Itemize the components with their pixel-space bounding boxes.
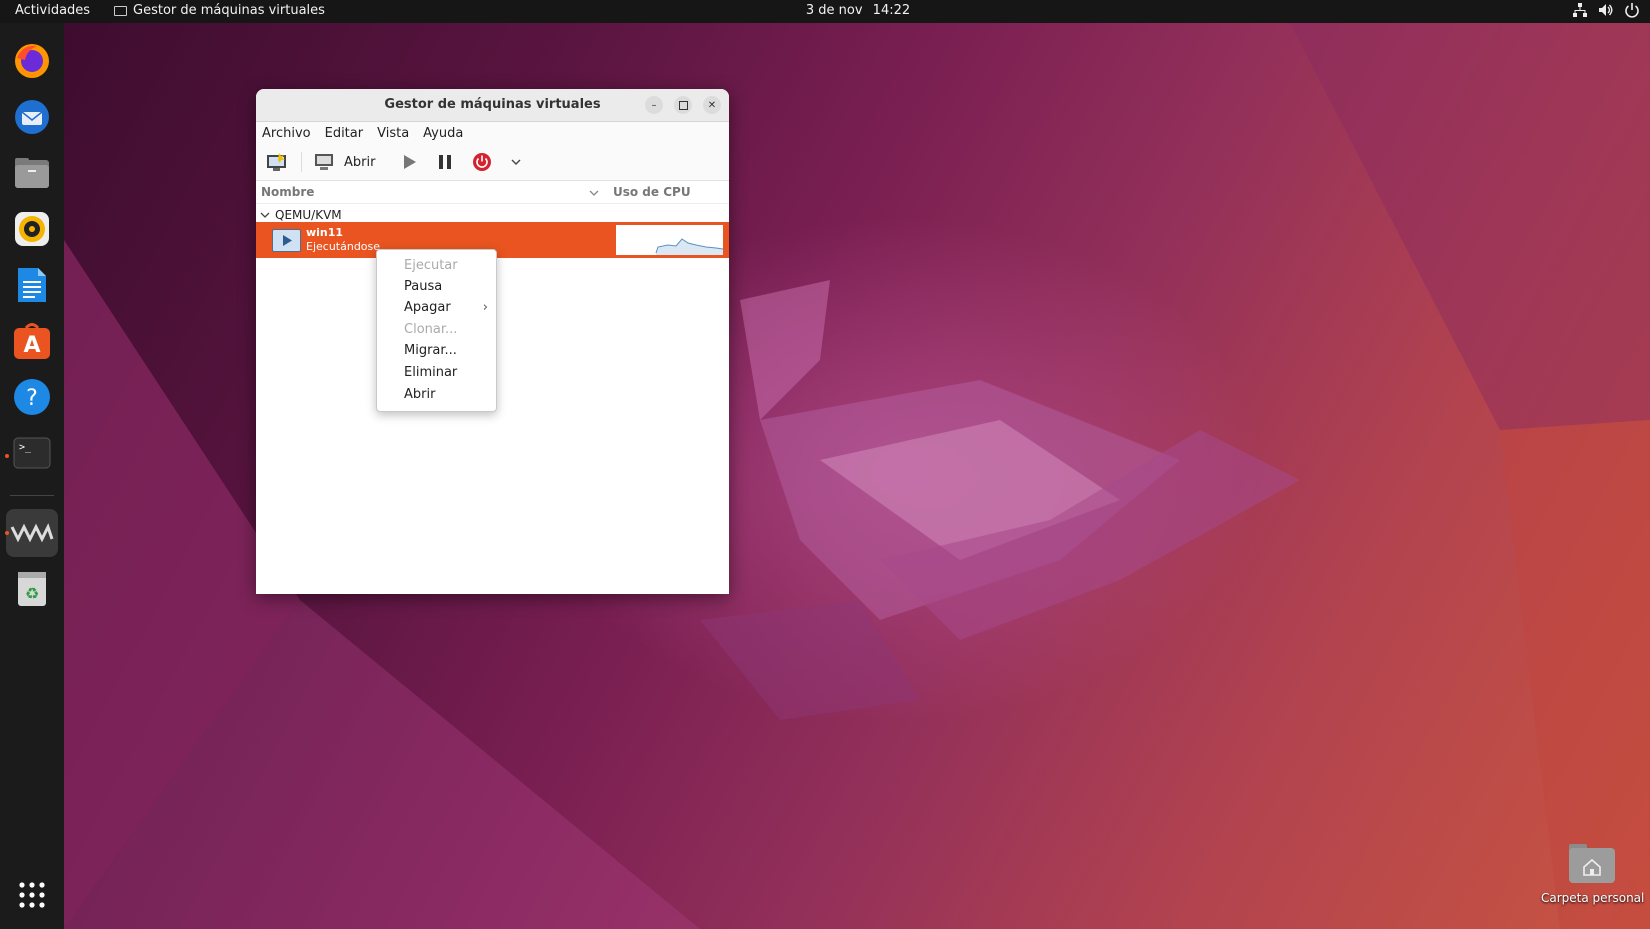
dock: A ? >_ ♻ xyxy=(0,23,64,929)
column-header: Nombre Uso de CPU xyxy=(256,181,729,204)
trash-icon[interactable]: ♻ xyxy=(12,569,52,609)
minimize-icon: – xyxy=(651,99,657,111)
vm-name: win11 xyxy=(306,226,344,239)
new-vm-button[interactable] xyxy=(266,149,288,175)
column-cpu[interactable]: Uso de CPU xyxy=(613,185,691,199)
menu-item-clonar[interactable]: Clonar... xyxy=(377,319,496,340)
volume-icon xyxy=(1599,4,1613,16)
power-icon xyxy=(1625,3,1639,18)
menu-item-migrar[interactable]: Migrar... xyxy=(377,340,496,361)
wallpaper-shapes xyxy=(64,23,1650,929)
column-name[interactable]: Nombre xyxy=(261,185,314,199)
menu-editar[interactable]: Editar xyxy=(325,126,364,141)
chevron-down-icon xyxy=(260,212,270,218)
sort-chevron-icon[interactable] xyxy=(589,189,599,197)
pause-icon xyxy=(439,155,451,169)
vm-status: Ejecutándose xyxy=(306,240,381,253)
svg-text:>_: >_ xyxy=(19,442,32,453)
menu-item-ejecutar[interactable]: Ejecutar xyxy=(377,255,496,276)
pause-button[interactable] xyxy=(437,149,453,175)
terminal-icon[interactable]: >_ xyxy=(12,433,52,473)
menu-item-label: Clonar... xyxy=(404,322,458,337)
writer-icon[interactable] xyxy=(12,265,52,305)
new-vm-icon xyxy=(267,153,286,171)
home-folder-label: Carpeta personal xyxy=(1541,891,1645,905)
menu-item-label: Eliminar xyxy=(404,365,458,380)
dock-separator xyxy=(10,495,54,496)
menu-item-label: Migrar... xyxy=(404,343,457,358)
clock-time: 14:22 xyxy=(872,3,911,18)
maximize-button[interactable] xyxy=(674,96,692,114)
maximize-icon xyxy=(678,100,688,110)
window-titlebar[interactable]: Gestor de máquinas virtuales – ✕ xyxy=(256,89,729,122)
chevron-down-icon xyxy=(511,159,521,165)
help-icon[interactable]: ? xyxy=(12,377,52,417)
thunderbird-icon[interactable] xyxy=(12,97,52,137)
menu-bar: Archivo Editar Vista Ayuda xyxy=(256,122,729,144)
close-button[interactable]: ✕ xyxy=(703,96,721,114)
open-button-label: Abrir xyxy=(344,154,376,170)
svg-text:?: ? xyxy=(26,386,38,411)
connection-label: QEMU/KVM xyxy=(275,208,342,222)
menu-item-label: Ejecutar xyxy=(404,258,458,273)
svg-text:♻: ♻ xyxy=(25,584,39,603)
open-button[interactable]: Abrir xyxy=(314,149,375,175)
menu-item-pausa[interactable]: Pausa xyxy=(377,276,496,297)
menu-archivo[interactable]: Archivo xyxy=(262,126,311,141)
menu-item-label: Apagar xyxy=(404,300,451,315)
system-tray[interactable] xyxy=(1572,2,1640,18)
chevron-right-icon: › xyxy=(482,300,488,315)
menu-vista[interactable]: Vista xyxy=(377,126,409,141)
network-icon xyxy=(1573,3,1587,17)
menu-item-label: Pausa xyxy=(404,279,443,294)
minimize-button[interactable]: – xyxy=(645,96,663,114)
firefox-icon[interactable] xyxy=(12,41,52,81)
cpu-usage-graph xyxy=(616,225,724,255)
menu-item-apagar[interactable]: Apagar › xyxy=(377,297,496,318)
shutdown-dropdown[interactable] xyxy=(510,149,522,175)
rhythmbox-icon[interactable] xyxy=(12,209,52,249)
clock[interactable]: 3 de nov 14:22 xyxy=(0,3,1650,18)
monitor-icon xyxy=(315,154,333,170)
vm-running-icon xyxy=(272,229,301,252)
run-button[interactable] xyxy=(401,149,417,175)
play-icon xyxy=(404,155,416,169)
close-icon: ✕ xyxy=(707,99,717,111)
menu-item-label: Abrir xyxy=(404,387,436,402)
svg-text:A: A xyxy=(23,333,40,358)
power-icon xyxy=(473,153,491,171)
menu-item-abrir[interactable]: Abrir xyxy=(377,384,496,405)
vm-context-menu: Ejecutar Pausa Apagar › Clonar... Migrar.… xyxy=(376,249,497,412)
running-indicator xyxy=(5,454,9,458)
toolbar: Abrir xyxy=(256,144,729,181)
home-folder-icon[interactable] xyxy=(1568,842,1616,884)
toolbar-separator xyxy=(301,152,302,172)
files-icon[interactable] xyxy=(12,153,52,193)
top-bar: Actividades Gestor de máquinas virtuales… xyxy=(0,0,1650,23)
app-grid-icon[interactable] xyxy=(12,875,52,915)
running-indicator xyxy=(5,531,9,535)
virt-manager-icon[interactable] xyxy=(6,509,58,557)
menu-item-eliminar[interactable]: Eliminar xyxy=(377,362,496,383)
software-icon[interactable]: A xyxy=(12,321,52,361)
shutdown-button[interactable] xyxy=(472,149,492,175)
clock-date: 3 de nov xyxy=(805,3,863,18)
menu-ayuda[interactable]: Ayuda xyxy=(423,126,463,141)
